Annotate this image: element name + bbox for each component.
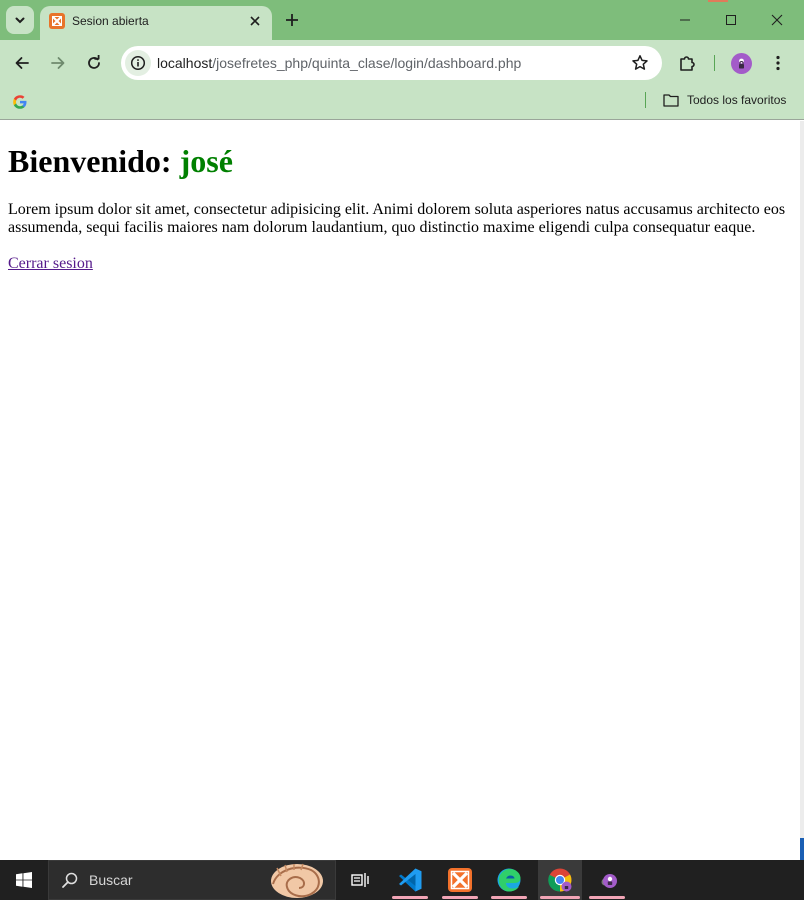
star-icon xyxy=(632,55,648,70)
all-bookmarks-button[interactable]: Todos los favoritos xyxy=(663,90,786,110)
info-icon xyxy=(130,55,146,71)
running-indicator xyxy=(491,896,527,899)
plus-icon xyxy=(286,14,298,26)
search-placeholder: Buscar xyxy=(89,872,133,888)
extensions-button[interactable] xyxy=(676,52,698,74)
maximize-icon xyxy=(726,15,736,25)
close-icon xyxy=(771,14,783,26)
reload-button[interactable] xyxy=(80,49,108,77)
puzzle-icon xyxy=(680,56,695,71)
arrow-left-icon xyxy=(15,57,29,69)
chevron-down-icon xyxy=(15,17,25,24)
vscode-icon xyxy=(399,868,422,892)
taskbar: Buscar xyxy=(0,860,804,900)
profile-lock-icon xyxy=(739,58,744,69)
intro-paragraph: Lorem ipsum dolor sit amet, consectetur … xyxy=(8,201,786,236)
profile-avatar[interactable] xyxy=(731,53,752,74)
search-icon xyxy=(62,872,78,888)
taskbar-search[interactable]: Buscar xyxy=(48,860,336,900)
window-close-button[interactable] xyxy=(754,0,800,40)
google-bookmark[interactable] xyxy=(12,94,28,110)
forward-button[interactable] xyxy=(44,49,72,77)
edge-icon xyxy=(497,868,521,892)
task-view-icon xyxy=(351,873,369,887)
toolbar-separator xyxy=(714,55,715,71)
taskbar-xampp[interactable] xyxy=(440,860,480,900)
welcome-prefix: Bienvenido: xyxy=(8,143,180,179)
search-highlight-shell-icon xyxy=(271,863,323,898)
browser-title-bar: Sesion abierta xyxy=(0,0,804,40)
page-content: Bienvenido: josé Lorem ipsum dolor sit a… xyxy=(0,121,800,860)
running-indicator xyxy=(442,896,478,899)
arrow-right-icon xyxy=(51,57,65,69)
google-icon xyxy=(13,95,27,109)
chrome-icon xyxy=(548,868,572,892)
xampp-icon xyxy=(448,868,472,892)
chrome-profile-icon xyxy=(601,874,617,888)
new-tab-button[interactable] xyxy=(282,10,302,30)
running-indicator xyxy=(392,896,428,899)
window-edge-accent xyxy=(800,838,804,860)
running-indicator xyxy=(589,896,625,899)
taskbar-edge[interactable] xyxy=(489,860,529,900)
address-bar[interactable]: localhost/josefretes_php/quinta_clase/lo… xyxy=(121,46,662,80)
close-icon xyxy=(250,16,260,26)
bookmark-star-button[interactable] xyxy=(630,53,650,73)
windows-logo-icon xyxy=(16,872,32,888)
url-path: /josefretes_php/quinta_clase/login/dashb… xyxy=(212,55,522,71)
tab-search-button[interactable] xyxy=(6,6,34,34)
window-right-edge xyxy=(800,121,804,860)
username: josé xyxy=(179,143,233,179)
taskbar-vscode[interactable] xyxy=(390,860,430,900)
bookmarks-separator xyxy=(645,92,646,108)
minimize-icon xyxy=(680,19,690,21)
running-indicator xyxy=(540,896,580,899)
maximize-button[interactable] xyxy=(708,0,754,40)
task-view-button[interactable] xyxy=(340,860,380,900)
tab-title: Sesion abierta xyxy=(72,14,149,28)
xampp-icon xyxy=(49,13,65,29)
tab-close-button[interactable] xyxy=(246,12,264,30)
bookmarks-bar: Todos los favoritos xyxy=(0,86,804,120)
folder-icon xyxy=(663,94,679,107)
taskbar-chrome-profile[interactable] xyxy=(587,860,627,900)
site-info-button[interactable] xyxy=(125,50,151,76)
kebab-menu-icon xyxy=(776,55,780,71)
all-bookmarks-label: Todos los favoritos xyxy=(687,93,787,107)
minimize-button[interactable] xyxy=(662,0,708,40)
welcome-heading: Bienvenido: josé xyxy=(8,143,792,180)
back-button[interactable] xyxy=(8,49,36,77)
browser-toolbar: localhost/josefretes_php/quinta_clase/lo… xyxy=(0,40,804,86)
browser-tab[interactable]: Sesion abierta xyxy=(40,6,272,40)
taskbar-chrome[interactable] xyxy=(538,860,582,900)
logout-link[interactable]: Cerrar sesion xyxy=(8,255,93,273)
url-host: localhost xyxy=(157,55,213,71)
reload-icon xyxy=(88,55,100,69)
start-button[interactable] xyxy=(0,860,48,900)
browser-menu-button[interactable] xyxy=(768,52,788,74)
url-text[interactable]: localhost/josefretes_php/quinta_clase/lo… xyxy=(157,55,521,71)
